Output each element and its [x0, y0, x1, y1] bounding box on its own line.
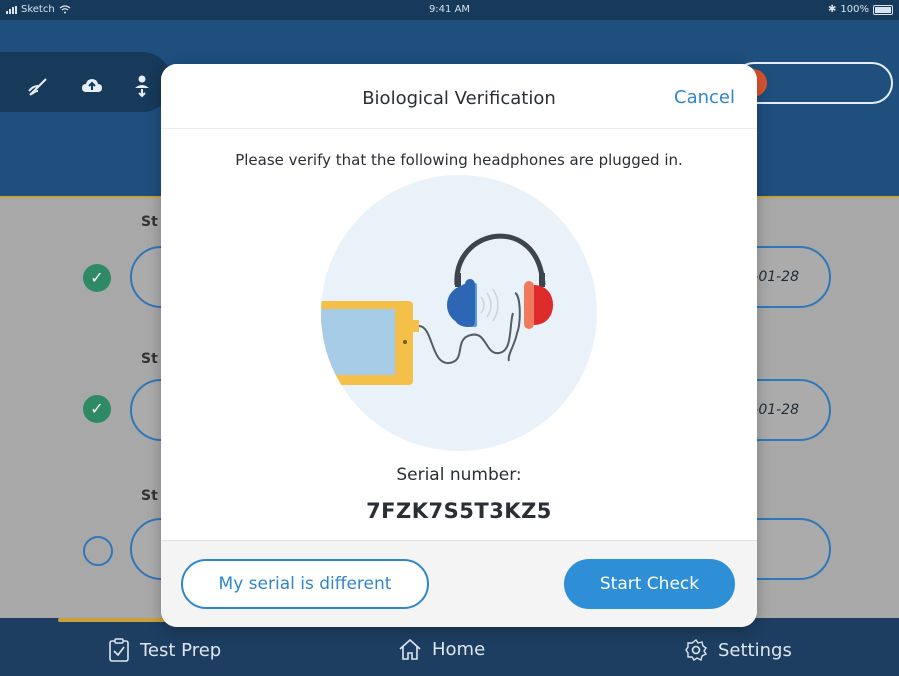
modal-footer: My serial is different Start Check	[161, 540, 757, 627]
tab-settings[interactable]: Settings	[684, 638, 792, 662]
headphones-illustration	[321, 175, 597, 451]
tablet-icon	[321, 301, 419, 385]
modal-title: Biological Verification	[362, 88, 556, 109]
step-label: St	[141, 214, 158, 230]
header-toolbar	[0, 52, 172, 112]
modal-content: Please verify that the following headpho…	[161, 128, 757, 541]
user-download-icon[interactable]	[130, 74, 154, 98]
tab-label: Home	[432, 638, 486, 660]
tab-active-indicator	[58, 618, 178, 622]
bluetooth-icon: ✱	[828, 4, 837, 15]
step-label: St	[141, 488, 158, 504]
status-bar: Sketch 9:41 AM ✱ 100%	[0, 0, 899, 20]
instruction-text: Please verify that the following headpho…	[235, 151, 683, 169]
header-status-pill[interactable]	[733, 62, 893, 104]
tab-test-prep[interactable]: Test Prep	[108, 638, 221, 662]
empty-circle-icon	[83, 536, 113, 566]
clipboard-check-icon	[109, 638, 129, 662]
battery-percent: 100%	[840, 4, 869, 15]
status-time: 9:41 AM	[428, 4, 471, 15]
start-check-button[interactable]: Start Check	[564, 559, 735, 609]
serial-different-button[interactable]: My serial is different	[181, 559, 429, 609]
tab-label: Test Prep	[140, 639, 222, 661]
gear-icon	[685, 638, 708, 662]
verification-modal: Biological Verification Cancel Please ve…	[161, 64, 757, 627]
modal-header: Biological Verification Cancel	[161, 64, 757, 128]
serial-number-value: 7FZK7S5T3KZ5	[366, 499, 552, 523]
tab-home[interactable]: Home	[398, 638, 485, 660]
serial-number-label: Serial number:	[396, 465, 522, 485]
home-icon	[399, 638, 421, 660]
no-signal-icon[interactable]	[26, 74, 50, 98]
check-icon: ✓	[83, 395, 111, 423]
cloud-upload-icon[interactable]	[80, 74, 104, 98]
status-right: ✱ 100%	[828, 4, 893, 15]
step-label: St	[141, 351, 158, 367]
cancel-button[interactable]: Cancel	[674, 87, 735, 108]
check-icon: ✓	[83, 264, 111, 292]
tab-label: Settings	[718, 639, 792, 661]
battery-icon	[873, 4, 893, 15]
